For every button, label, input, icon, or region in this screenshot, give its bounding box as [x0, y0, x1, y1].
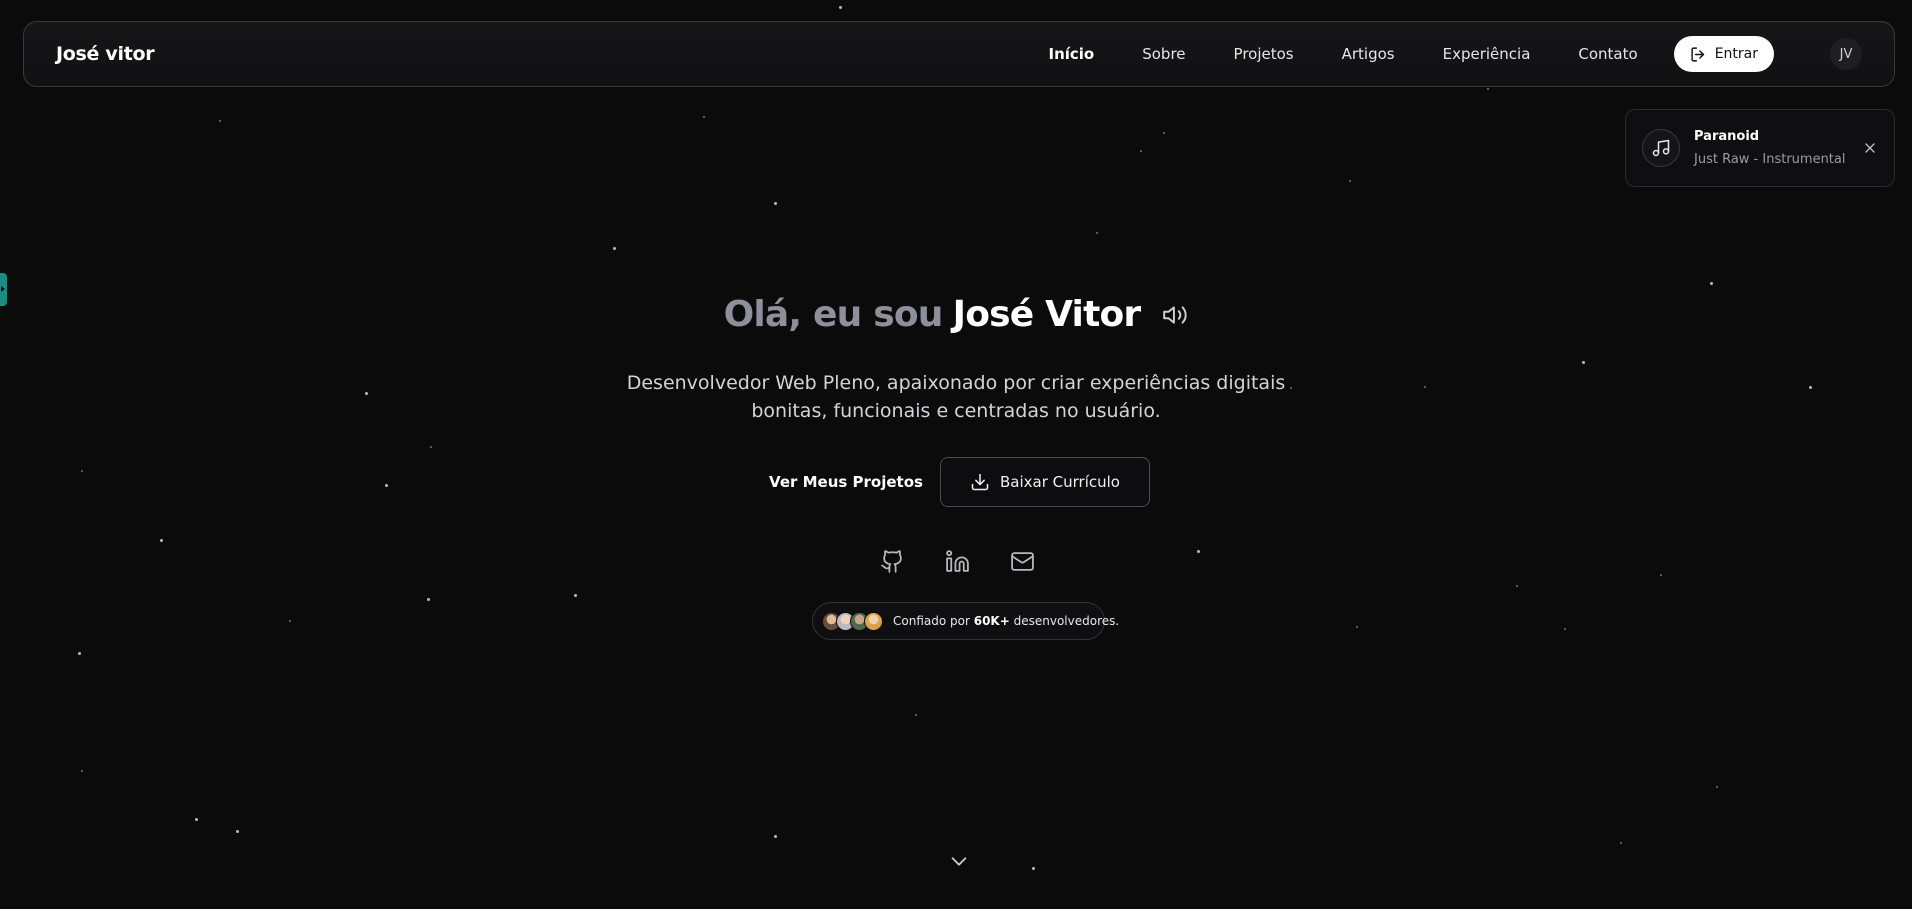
star-dot: [427, 598, 430, 601]
hero-greeting: Olá, eu sou: [723, 294, 944, 335]
top-navbar: José vitor Início Sobre Projetos Artigos…: [23, 21, 1895, 87]
star-dot: [289, 620, 291, 622]
track-artist: Just Raw - Instrumental: [1694, 152, 1846, 167]
star-dot: [195, 818, 198, 821]
star-dot: [160, 539, 163, 542]
user-avatar[interactable]: JV: [1830, 38, 1862, 70]
star-dot: [1620, 842, 1622, 844]
star-dot: [1487, 88, 1489, 90]
music-note-icon[interactable]: [1642, 129, 1680, 167]
cta-row: Ver Meus Projetos Baixar Currículo: [760, 457, 1150, 507]
star-dot: [915, 714, 917, 716]
star-dot: [1163, 132, 1165, 134]
download-icon: [971, 473, 989, 491]
star-dot: [385, 484, 388, 487]
star-dot: [1032, 867, 1035, 870]
star-dot: [236, 830, 239, 833]
hero-subtitle-line2: bonitas, funcionais e centradas no usuár…: [751, 400, 1161, 422]
trust-prefix: Confiado por: [893, 614, 970, 628]
star-dot: [1349, 180, 1351, 182]
star-dot: [1716, 786, 1718, 788]
nav-link-artigos[interactable]: Artigos: [1342, 45, 1395, 63]
download-cv-label: Baixar Currículo: [1000, 473, 1120, 491]
github-icon[interactable]: [880, 548, 905, 575]
star-dot: [1096, 232, 1098, 234]
trust-text: Confiado por 60K+ desenvolvedores.: [893, 614, 1119, 628]
nav-links: Início Sobre Projetos Artigos Experiênci…: [1000, 36, 1862, 72]
hero-subtitle-line1: Desenvolvedor Web Pleno, apaixonado por …: [626, 372, 1286, 394]
login-label: Entrar: [1714, 46, 1758, 62]
star-dot: [703, 116, 705, 118]
trust-count: 60K+: [973, 614, 1010, 628]
login-button[interactable]: Entrar: [1673, 36, 1774, 72]
brand-logo[interactable]: José vitor: [56, 43, 155, 65]
nav-link-projetos[interactable]: Projetos: [1234, 45, 1294, 63]
mail-icon[interactable]: [1010, 548, 1035, 575]
nav-link-contato[interactable]: Contato: [1578, 45, 1637, 63]
star-dot: [430, 446, 432, 448]
star-dot: [1197, 550, 1200, 553]
linkedin-icon[interactable]: [945, 548, 970, 575]
trust-badge: Confiado por 60K+ desenvolvedores.: [812, 602, 1119, 640]
track-title: Paranoid: [1694, 129, 1760, 144]
download-cv-button[interactable]: Baixar Currículo: [940, 457, 1150, 507]
star-dot: [574, 594, 577, 597]
star-dot: [1660, 574, 1662, 576]
star-dot: [1582, 361, 1585, 364]
star-dot: [1140, 150, 1142, 152]
star-dot: [78, 652, 81, 655]
star-dot: [1710, 282, 1713, 285]
star-dot: [774, 835, 777, 838]
star-dot: [839, 6, 842, 9]
volume-icon[interactable]: [1162, 302, 1188, 328]
star-dot: [1516, 585, 1518, 587]
star-dot: [1356, 626, 1358, 628]
now-playing-card: Paranoid Just Raw - Instrumental: [1625, 109, 1895, 187]
star-dot: [613, 247, 616, 250]
hero-name: José Vitor: [952, 294, 1142, 335]
nav-link-sobre[interactable]: Sobre: [1142, 45, 1185, 63]
star-dot: [774, 202, 777, 205]
avatar-stack: [822, 611, 883, 631]
view-projects-button[interactable]: Ver Meus Projetos: [760, 457, 932, 507]
star-dot: [219, 120, 221, 122]
social-links: [880, 548, 1035, 575]
hero-title: Olá, eu sou José Vitor: [0, 294, 1912, 335]
star-dot: [81, 770, 83, 772]
chevron-down-icon[interactable]: [948, 850, 970, 872]
star-dot: [81, 470, 83, 472]
close-icon[interactable]: [1862, 140, 1878, 156]
star-dot: [1564, 628, 1566, 630]
avatar: [864, 611, 883, 631]
nav-link-inicio[interactable]: Início: [1048, 45, 1094, 63]
trust-suffix: desenvolvedores.: [1013, 614, 1120, 628]
log-in-icon: [1691, 46, 1704, 62]
nav-link-experiencia[interactable]: Experiência: [1443, 45, 1531, 63]
